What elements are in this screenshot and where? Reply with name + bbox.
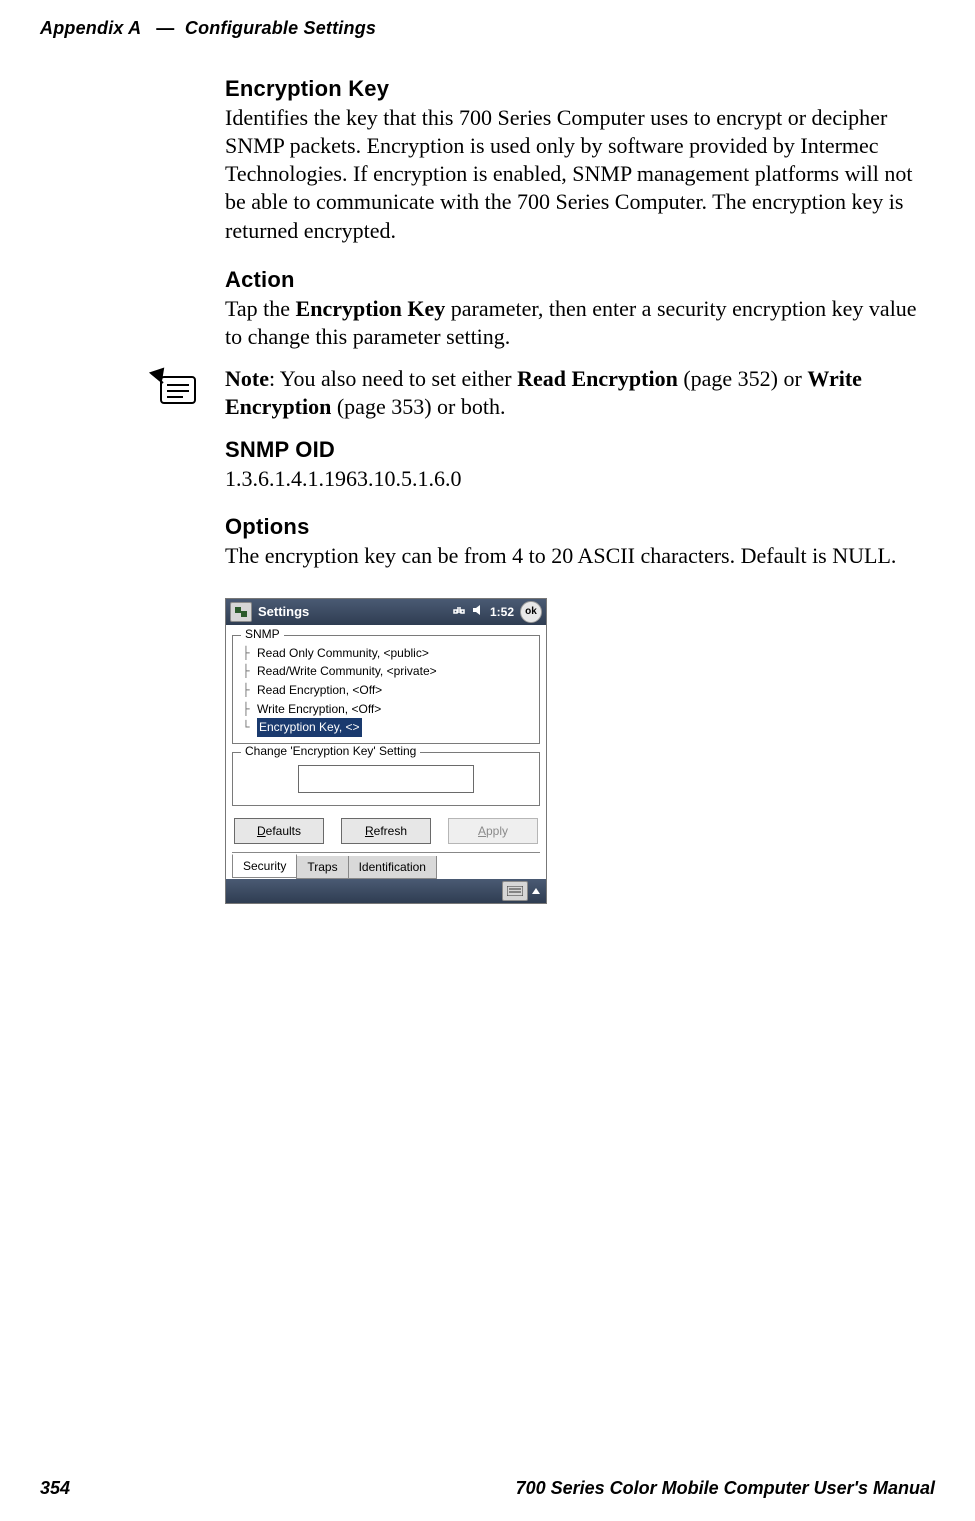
- device-screenshot: Settings 1:52 ok SNMP ├ Read Only C: [225, 598, 547, 904]
- ok-button[interactable]: ok: [520, 601, 542, 623]
- running-footer: 354 700 Series Color Mobile Computer Use…: [40, 1478, 935, 1499]
- note-pre: : You also need to set either: [269, 366, 517, 391]
- encryption-key-input[interactable]: [298, 765, 474, 793]
- tree-branch-icon: ├: [239, 662, 253, 681]
- start-flag-icon[interactable]: [230, 602, 252, 622]
- tree-item-label: Write Encryption, <Off>: [257, 700, 381, 719]
- tab-strip: Security Traps Identification: [232, 852, 540, 879]
- device-tray: 1:52 ok: [452, 601, 542, 623]
- manual-title: 700 Series Color Mobile Computer User's …: [516, 1478, 935, 1499]
- note-block: Note: You also need to set either Read E…: [225, 365, 935, 421]
- action-pre: Tap the: [225, 296, 296, 321]
- page-number: 354: [40, 1478, 70, 1499]
- change-setting-groupbox: Change 'Encryption Key' Setting: [232, 752, 540, 806]
- heading-options: Options: [225, 514, 935, 540]
- refresh-label-rest: efresh: [374, 824, 407, 838]
- apply-button: Apply: [448, 818, 538, 844]
- snmp-legend: SNMP: [241, 627, 284, 641]
- snmp-tree[interactable]: ├ Read Only Community, <public> ├ Read/W…: [239, 644, 533, 737]
- note-mid2: (page 353) or both.: [331, 394, 505, 419]
- hdr-letter: A: [128, 18, 141, 38]
- device-time: 1:52: [490, 605, 514, 619]
- hdr-dash: —: [156, 18, 174, 38]
- tree-branch-icon: ├: [239, 644, 253, 663]
- para-options: The encryption key can be from 4 to 20 A…: [225, 542, 935, 570]
- note-icon: [145, 367, 201, 407]
- tab-identification[interactable]: Identification: [348, 856, 437, 879]
- note-mid1: (page 352) or: [678, 366, 808, 391]
- tree-item-label: Read/Write Community, <private>: [257, 662, 437, 681]
- defaults-label-rest: efaults: [266, 824, 301, 838]
- tab-security[interactable]: Security: [232, 854, 297, 878]
- sip-keyboard-icon[interactable]: [502, 881, 528, 901]
- tree-branch-icon: └: [239, 718, 253, 737]
- heading-action: Action: [225, 267, 935, 293]
- tree-branch-icon: ├: [239, 700, 253, 719]
- running-header: Appendix A — Configurable Settings: [40, 18, 935, 39]
- heading-encryption-key: Encryption Key: [225, 76, 935, 102]
- action-bold: Encryption Key: [296, 296, 446, 321]
- para-encryption-key: Identifies the key that this 700 Series …: [225, 104, 935, 245]
- device-bottombar: [226, 879, 546, 903]
- tree-branch-icon: ├: [239, 681, 253, 700]
- apply-label-rest: pply: [486, 824, 508, 838]
- tree-item-label: Read Encryption, <Off>: [257, 681, 382, 700]
- para-action: Tap the Encryption Key parameter, then e…: [225, 295, 935, 351]
- tree-item-read-write-community[interactable]: ├ Read/Write Community, <private>: [239, 662, 533, 681]
- note-label: Note: [225, 366, 269, 391]
- tree-item-label-selected: Encryption Key, <>: [257, 718, 362, 737]
- speaker-icon: [472, 604, 484, 619]
- tree-item-encryption-key[interactable]: └ Encryption Key, <>: [239, 718, 533, 737]
- refresh-button[interactable]: Refresh: [341, 818, 431, 844]
- para-note: Note: You also need to set either Read E…: [225, 365, 935, 421]
- change-setting-legend: Change 'Encryption Key' Setting: [241, 744, 420, 758]
- snmp-groupbox: SNMP ├ Read Only Community, <public> ├ R…: [232, 635, 540, 744]
- tree-item-read-only-community[interactable]: ├ Read Only Community, <public>: [239, 644, 533, 663]
- page-content: Encryption Key Identifies the key that t…: [225, 76, 935, 904]
- defaults-button[interactable]: Defaults: [234, 818, 324, 844]
- device-body: SNMP ├ Read Only Community, <public> ├ R…: [226, 625, 546, 879]
- hdr-appendix: Appendix: [40, 18, 124, 38]
- heading-snmp-oid: SNMP OID: [225, 437, 935, 463]
- device-title: Settings: [258, 604, 309, 619]
- device-titlebar: Settings 1:52 ok: [226, 599, 546, 625]
- connectivity-icon: [452, 604, 466, 619]
- button-row: Defaults Refresh Apply: [234, 818, 538, 844]
- hdr-section: Configurable Settings: [185, 18, 376, 38]
- tree-item-label: Read Only Community, <public>: [257, 644, 429, 663]
- tree-item-write-encryption[interactable]: ├ Write Encryption, <Off>: [239, 700, 533, 719]
- note-b1: Read Encryption: [517, 366, 678, 391]
- tree-item-read-encryption[interactable]: ├ Read Encryption, <Off>: [239, 681, 533, 700]
- tab-traps[interactable]: Traps: [296, 856, 348, 879]
- para-snmp-oid: 1.3.6.1.4.1.1963.10.5.1.6.0: [225, 465, 935, 493]
- chevron-up-icon[interactable]: [532, 888, 540, 894]
